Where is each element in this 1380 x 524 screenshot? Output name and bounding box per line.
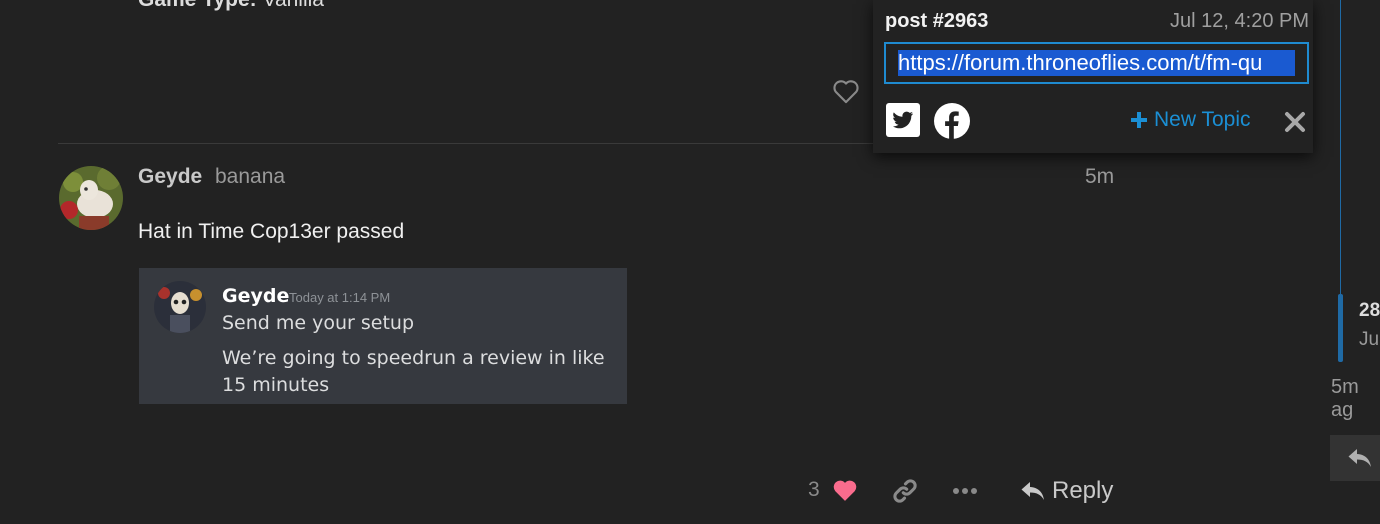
reply-button[interactable]: Reply bbox=[1020, 474, 1113, 508]
timeline-handle[interactable] bbox=[1338, 294, 1343, 362]
post-username[interactable]: Geyde bbox=[138, 165, 202, 189]
more-options-icon[interactable] bbox=[952, 485, 978, 497]
share-post-date: Jul 12, 4:20 PM bbox=[1170, 10, 1309, 32]
post-body-text: Hat in Time Cop13er passed bbox=[138, 220, 405, 243]
avatar[interactable] bbox=[59, 166, 123, 230]
post-user-title: banana bbox=[215, 165, 286, 188]
close-icon[interactable] bbox=[1283, 110, 1307, 134]
reply-label: Reply bbox=[1052, 477, 1114, 504]
link-icon[interactable] bbox=[891, 477, 919, 505]
heart-outline-icon[interactable] bbox=[832, 78, 860, 104]
new-topic-label: New Topic bbox=[1154, 108, 1251, 131]
share-url-input[interactable]: https://forum.throneoflies.com/t/fm-qu bbox=[884, 42, 1309, 84]
game-type-label: Game Type: bbox=[138, 0, 257, 11]
discord-message-line-1: Send me your setup bbox=[222, 312, 415, 334]
post-age[interactable]: 5m bbox=[1085, 165, 1114, 189]
share-popup: post #2963 Jul 12, 4:20 PM https://forum… bbox=[873, 0, 1313, 153]
timeline-track[interactable] bbox=[1340, 0, 1341, 300]
previous-post-game-type: Game Type: Vanilla bbox=[138, 0, 324, 12]
timeline-last-activity[interactable]: 5m ag bbox=[1331, 376, 1380, 422]
game-type-value: Vanilla bbox=[257, 0, 324, 11]
timeline-post-number: 28 bbox=[1359, 300, 1380, 321]
discord-timestamp: Today at 1:14 PM bbox=[289, 290, 391, 305]
timeline-reply-button[interactable] bbox=[1330, 435, 1380, 481]
post-divider bbox=[58, 143, 873, 144]
embedded-discord-image[interactable]: Geyde Today at 1:14 PM Send me your setu… bbox=[139, 268, 627, 404]
discord-message-line-2: We’re going to speedrun a review in like… bbox=[222, 347, 605, 396]
facebook-icon[interactable] bbox=[934, 103, 970, 139]
new-topic-button[interactable]: New Topic bbox=[1130, 108, 1251, 132]
reply-icon bbox=[1348, 449, 1371, 467]
like-count[interactable]: 3 bbox=[808, 478, 820, 502]
share-post-number: post #2963 bbox=[885, 10, 989, 32]
share-url-text: https://forum.throneoflies.com/t/fm-qu bbox=[898, 50, 1295, 76]
heart-icon[interactable] bbox=[832, 478, 858, 502]
reply-icon bbox=[1021, 482, 1044, 500]
timeline-date: Ju bbox=[1359, 329, 1380, 350]
twitter-icon[interactable] bbox=[886, 103, 920, 137]
plus-icon bbox=[1131, 112, 1147, 128]
discord-author: Geyde bbox=[222, 285, 290, 307]
discord-avatar bbox=[154, 281, 206, 333]
